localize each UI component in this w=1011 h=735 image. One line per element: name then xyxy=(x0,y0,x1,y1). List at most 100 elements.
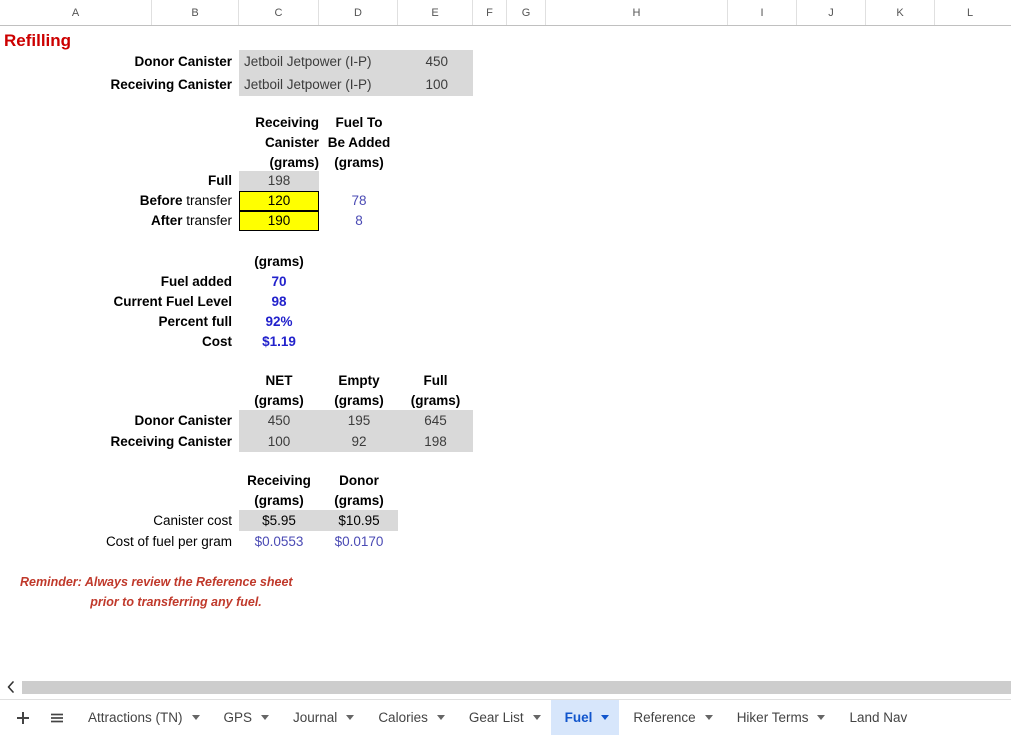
hamburger-icon[interactable] xyxy=(40,700,74,735)
weights-unit-empty: (grams) xyxy=(334,393,384,409)
weights-row-donor-full: 645 xyxy=(424,412,447,428)
weights-header-full: Full xyxy=(423,373,448,389)
chevron-down-icon[interactable] xyxy=(817,715,826,720)
weights-unit-net: (grams) xyxy=(254,393,304,409)
sheet-tab-label: Hiker Terms xyxy=(736,710,809,725)
chevron-down-icon[interactable] xyxy=(261,715,270,720)
transfer-after-receiving-input[interactable]: 190 xyxy=(239,211,319,231)
sheet-tab-hiker-terms[interactable]: Hiker Terms xyxy=(723,700,836,735)
sheet-tab-gear-list[interactable]: Gear List xyxy=(455,700,551,735)
weights-row-receiving-empty: 92 xyxy=(351,433,367,449)
weights-header-net: NET xyxy=(265,373,293,389)
cost-header-receiving: Receiving xyxy=(247,473,311,489)
reminder-line-2: prior to transferring any fuel. xyxy=(90,594,262,609)
reminder-line-1: Reminder: Always review the Reference sh… xyxy=(20,574,293,589)
summary-label-fuel-added: Fuel added xyxy=(160,274,232,290)
cost-header-donor: Donor xyxy=(339,473,379,489)
receiving-canister-fuel[interactable]: Jetboil Jetpower (I-P) xyxy=(244,73,404,96)
transfer-row-after-label-rest: transfer xyxy=(182,213,232,229)
chevron-down-icon[interactable] xyxy=(601,715,610,720)
column-header-g[interactable]: G xyxy=(507,0,546,25)
transfer-before-to-add: 78 xyxy=(351,193,367,209)
transfer-col-c-header-line2: Canister xyxy=(264,135,319,151)
weights-row-receiving-net: 100 xyxy=(267,433,291,449)
cost-row-fuel-per-gram-receiving: $0.0553 xyxy=(254,533,304,549)
sheet-tab-calories[interactable]: Calories xyxy=(364,700,455,735)
transfer-before-receiving-input[interactable]: 120 xyxy=(239,191,319,211)
scrollbar-thumb[interactable] xyxy=(22,680,1011,694)
sheet-title: Refilling xyxy=(4,30,72,50)
column-header-f[interactable]: F xyxy=(473,0,507,25)
sheet-tab-attractions-tn[interactable]: Attractions (TN) xyxy=(74,700,210,735)
column-header-a[interactable]: A xyxy=(0,0,152,25)
column-header-j[interactable]: J xyxy=(797,0,866,25)
summary-label-cost: Cost xyxy=(202,334,232,350)
transfer-col-c-header-line3: (grams) xyxy=(269,155,319,171)
transfer-row-before-label: Before transfer xyxy=(60,191,232,211)
cost-row-fuel-per-gram-donor: $0.0170 xyxy=(334,533,384,549)
transfer-row-before-label-bold: Before xyxy=(139,193,183,209)
column-header-c[interactable]: C xyxy=(239,0,319,25)
chevron-down-icon[interactable] xyxy=(436,715,445,720)
cost-row-canister-cost-label: Canister cost xyxy=(153,512,232,528)
transfer-col-d-header-line1: Fuel To xyxy=(335,115,383,131)
transfer-col-c-header-line1: Receiving xyxy=(255,115,319,131)
chevron-down-icon[interactable] xyxy=(346,715,355,720)
horizontal-scrollbar[interactable] xyxy=(0,675,1011,699)
plus-icon[interactable] xyxy=(6,700,40,735)
sheet-tab-fuel[interactable]: Fuel xyxy=(550,700,620,735)
sheet-tab-label: Calories xyxy=(378,710,428,725)
weights-row-donor-label: Donor Canister xyxy=(134,412,232,428)
column-header-e[interactable]: E xyxy=(398,0,473,25)
column-header-row: ABCDEFGHIJKL xyxy=(0,0,1011,26)
transfer-after-to-add: 8 xyxy=(355,213,363,229)
column-header-i[interactable]: I xyxy=(728,0,797,25)
weights-row-receiving-label: Receiving Canister xyxy=(110,433,232,449)
transfer-row-after-label-bold: After xyxy=(150,213,183,229)
sheet-tab-bar: Attractions (TN) GPS Journal Calories Gear L… xyxy=(0,699,1011,735)
column-header-d[interactable]: D xyxy=(319,0,398,25)
column-header-l[interactable]: L xyxy=(935,0,1005,25)
receiving-canister-label: Receiving Canister xyxy=(110,76,232,92)
weights-row-donor-net: 450 xyxy=(267,412,291,428)
cost-row-canister-cost-receiving[interactable]: $5.95 xyxy=(239,510,319,531)
transfer-col-d-header-line3: (grams) xyxy=(334,155,384,171)
sheet-tab-label: Attractions (TN) xyxy=(88,710,183,725)
chevron-down-icon[interactable] xyxy=(704,715,713,720)
sheet-tab-label: Land Nav xyxy=(849,710,908,725)
chevron-down-icon[interactable] xyxy=(532,715,541,720)
weights-header-empty: Empty xyxy=(338,373,380,389)
summary-value-current-fuel-level: 98 xyxy=(271,294,287,310)
sheet-tab-label: Gear List xyxy=(468,710,524,725)
summary-label-percent-full: Percent full xyxy=(158,314,232,330)
spreadsheet-app: ABCDEFGHIJKL Refilling Donor Canister Je… xyxy=(0,0,1011,735)
cost-unit-receiving: (grams) xyxy=(254,493,304,509)
summary-value-cost: $1.19 xyxy=(262,334,296,350)
transfer-col-d-header-line2: Be Added xyxy=(327,135,391,151)
chevron-left-icon[interactable] xyxy=(0,675,22,699)
cost-row-fuel-per-gram-label: Cost of fuel per gram xyxy=(105,533,232,549)
column-header-k[interactable]: K xyxy=(866,0,935,25)
transfer-row-full-label-bold: Full xyxy=(208,173,232,189)
sheet-tab-gps[interactable]: GPS xyxy=(210,700,280,735)
sheet-tab-label: Reference xyxy=(633,710,696,725)
receiving-canister-net[interactable]: 100 xyxy=(398,73,448,96)
sheet-tab-reference[interactable]: Reference xyxy=(619,700,722,735)
sheet-tab-journal[interactable]: Journal xyxy=(279,700,364,735)
weights-row-receiving-full: 198 xyxy=(424,433,447,449)
donor-canister-fuel[interactable]: Jetboil Jetpower (I-P) xyxy=(244,50,404,73)
cost-row-canister-cost-donor[interactable]: $10.95 xyxy=(320,510,398,531)
sheet-tab-land-nav[interactable]: Land Nav xyxy=(835,700,917,735)
summary-value-percent-full: 92% xyxy=(265,314,293,330)
chevron-down-icon[interactable] xyxy=(191,715,200,720)
weights-row-donor-empty: 195 xyxy=(347,412,371,428)
transfer-row-full-label: Full xyxy=(60,171,232,191)
column-header-h[interactable]: H xyxy=(546,0,728,25)
cost-unit-donor: (grams) xyxy=(334,493,384,509)
spreadsheet-grid: Refilling Donor Canister Jetboil Jetpowe… xyxy=(0,26,1011,675)
donor-canister-label: Donor Canister xyxy=(134,53,232,69)
summary-unit-header: (grams) xyxy=(254,254,304,270)
column-header-b[interactable]: B xyxy=(152,0,239,25)
donor-canister-net[interactable]: 450 xyxy=(398,50,448,73)
transfer-full-receiving: 198 xyxy=(239,171,319,191)
